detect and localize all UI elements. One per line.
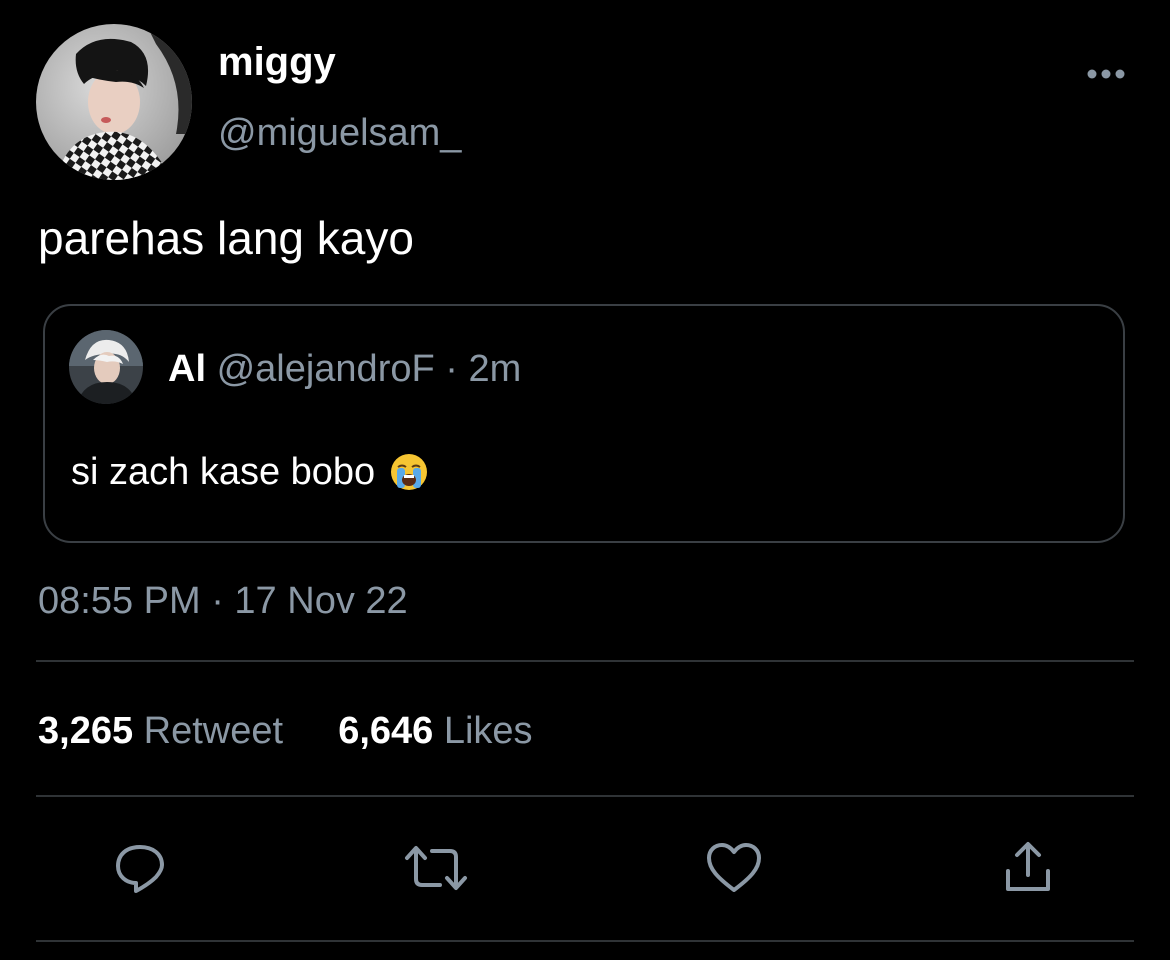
loudly-crying-face-icon (391, 454, 428, 490)
retweet-stat[interactable]: 3,265 Retweet (38, 710, 294, 752)
author-avatar-image (36, 24, 192, 180)
retweet-arrows-icon (405, 846, 467, 890)
share-button[interactable] (996, 836, 1060, 900)
reply-button[interactable] (108, 836, 172, 900)
more-options-button[interactable] (1082, 56, 1130, 92)
quoted-author-avatar[interactable] (69, 330, 143, 404)
tweet-text: parehas lang kayo (38, 212, 414, 264)
author-display-name[interactable]: miggy (218, 38, 336, 86)
quoted-time: 2m (468, 348, 522, 390)
divider (36, 795, 1134, 797)
divider (36, 940, 1134, 942)
retweet-button[interactable] (404, 836, 468, 900)
retweet-count: 3,265 (38, 710, 134, 752)
quoted-author-handle[interactable]: @alejandroF (217, 348, 435, 390)
author-handle[interactable]: @miguelsam_ (218, 110, 461, 156)
quoted-tweet-header: Al @alejandroF · 2m (168, 346, 521, 392)
author-avatar[interactable] (36, 24, 192, 180)
tweet-stats: 3,265 Retweet 6,646 Likes (38, 708, 533, 754)
quoted-tweet-text-row: si zach kase bobo (71, 448, 429, 496)
more-dots-icon (1087, 69, 1125, 79)
tweet-timestamp[interactable]: 08:55 PM · 17 Nov 22 (38, 578, 408, 624)
quoted-tweet-text: si zach kase bobo (71, 451, 376, 493)
quoted-avatar-image (69, 330, 143, 404)
like-button[interactable] (702, 836, 766, 900)
likes-label: Likes (443, 710, 533, 752)
heart-icon (707, 843, 761, 892)
share-upload-icon (1006, 842, 1050, 891)
likes-count: 6,646 (338, 710, 434, 752)
speech-bubble-icon (116, 845, 164, 893)
retweet-label: Retweet (143, 710, 284, 752)
quoted-tweet-card[interactable]: Al @alejandroF · 2m si zach kase bobo (43, 304, 1125, 543)
quoted-separator: · (445, 348, 458, 390)
quoted-author-name[interactable]: Al (168, 348, 206, 390)
divider (36, 660, 1134, 662)
likes-stat[interactable]: 6,646 Likes (338, 710, 532, 752)
